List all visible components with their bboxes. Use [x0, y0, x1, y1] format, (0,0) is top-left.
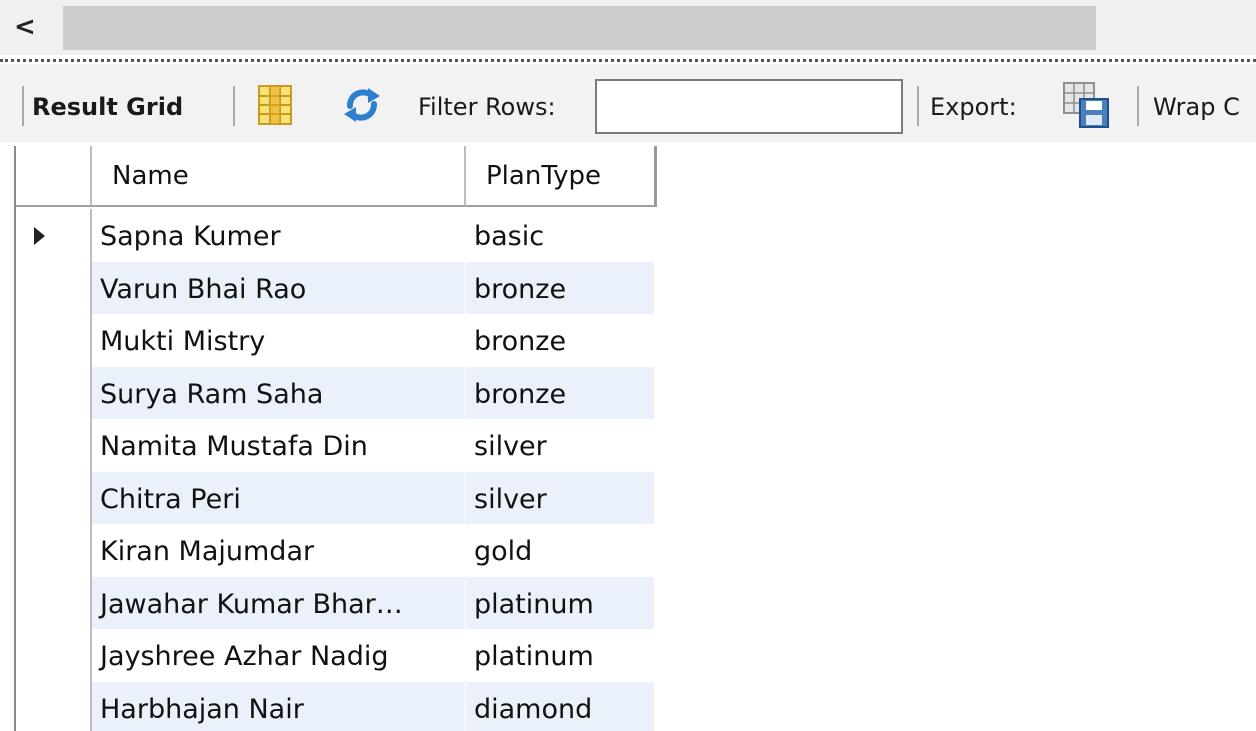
column-header-name[interactable]: Name	[92, 146, 466, 207]
cell-name[interactable]: Surya Ram Saha	[92, 366, 466, 419]
table-row[interactable]: Mukti Mistry bronze	[16, 314, 654, 367]
toolbar-separator	[1137, 86, 1139, 126]
export-save-icon[interactable]	[1062, 81, 1110, 133]
toolbar-separator	[22, 86, 24, 126]
table-row[interactable]: Jayshree Azhar Nadig platinum	[16, 629, 654, 682]
cell-plantype[interactable]: bronze	[466, 314, 654, 367]
cell-name[interactable]: Sapna Kumer	[92, 209, 466, 262]
toolbar-separator	[917, 86, 919, 126]
cell-name[interactable]: Kiran Majumdar	[92, 524, 466, 577]
table-row[interactable]: Varun Bhai Rao bronze	[16, 261, 654, 314]
table-row[interactable]: Jawahar Kumar Bhar… platinum	[16, 576, 654, 629]
result-grid-tab[interactable]: Result Grid	[32, 92, 183, 122]
grid-corner-header[interactable]	[16, 146, 92, 207]
filter-rows-label: Filter Rows:	[418, 93, 556, 121]
cell-name[interactable]: Varun Bhai Rao	[92, 261, 466, 314]
cell-name[interactable]: Harbhajan Nair	[92, 681, 466, 731]
table-row[interactable]: Harbhajan Nair diamond	[16, 681, 654, 731]
column-header-plantype[interactable]: PlanType	[466, 146, 657, 207]
grid-layout-icon[interactable]	[258, 85, 292, 129]
cell-name[interactable]: Jayshree Azhar Nadig	[92, 629, 466, 682]
result-panel: < Result Grid Filter Rows: Export: Wrap …	[0, 0, 1256, 731]
cell-plantype[interactable]: silver	[466, 471, 654, 524]
row-header[interactable]	[16, 314, 92, 367]
row-header[interactable]	[16, 366, 92, 419]
cell-plantype[interactable]: diamond	[466, 681, 654, 731]
row-header[interactable]	[16, 419, 92, 472]
table-row[interactable]: Surya Ram Saha bronze	[16, 366, 654, 419]
row-header[interactable]	[16, 471, 92, 524]
wrap-cell-content-label[interactable]: Wrap C	[1153, 92, 1240, 122]
cell-plantype[interactable]: gold	[466, 524, 654, 577]
cell-name[interactable]: Mukti Mistry	[92, 314, 466, 367]
cell-name[interactable]: Chitra Peri	[92, 471, 466, 524]
row-header[interactable]	[16, 681, 92, 731]
filter-rows-input[interactable]	[595, 79, 903, 134]
cell-plantype[interactable]: bronze	[466, 366, 654, 419]
splitter-divider[interactable]	[0, 59, 1256, 62]
row-header[interactable]	[16, 209, 92, 262]
cell-plantype[interactable]: basic	[466, 209, 654, 262]
toolbar-separator	[233, 86, 235, 126]
scroll-left-arrow-icon[interactable]: <	[14, 10, 44, 44]
horizontal-scrollbar[interactable]: <	[0, 0, 1256, 55]
refresh-icon[interactable]	[342, 86, 382, 128]
row-header[interactable]	[16, 629, 92, 682]
cell-plantype[interactable]: silver	[466, 419, 654, 472]
table-row[interactable]: Chitra Peri silver	[16, 471, 654, 524]
cell-plantype[interactable]: bronze	[466, 261, 654, 314]
cell-plantype[interactable]: platinum	[466, 576, 654, 629]
scrollbar-thumb[interactable]	[63, 6, 1096, 50]
table-row[interactable]: Kiran Majumdar gold	[16, 524, 654, 577]
result-grid-body: Sapna Kumer basic Varun Bhai Rao bronze Mukt…	[16, 209, 654, 731]
cell-name[interactable]: Jawahar Kumar Bhar…	[92, 576, 466, 629]
row-header[interactable]	[16, 576, 92, 629]
current-row-arrow-icon	[34, 227, 45, 245]
table-row[interactable]: Namita Mustafa Din silver	[16, 419, 654, 472]
export-label: Export:	[930, 93, 1017, 121]
table-row[interactable]: Sapna Kumer basic	[16, 209, 654, 262]
row-header[interactable]	[16, 261, 92, 314]
cell-name[interactable]: Namita Mustafa Din	[92, 419, 466, 472]
row-header[interactable]	[16, 524, 92, 577]
result-toolbar: Result Grid Filter Rows: Export: Wrap C	[0, 64, 1256, 142]
cell-plantype[interactable]: platinum	[466, 629, 654, 682]
